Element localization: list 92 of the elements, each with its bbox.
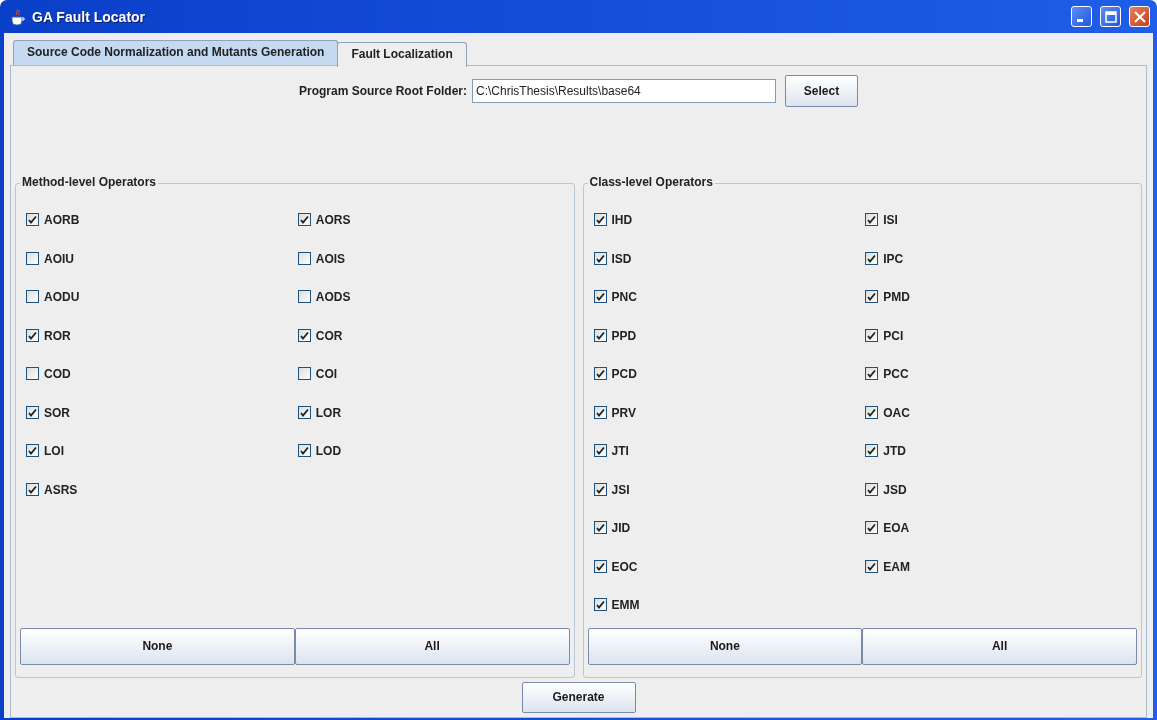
checkbox[interactable]	[26, 328, 39, 342]
checkbox[interactable]	[297, 251, 311, 265]
checkbox-label: AODU	[44, 290, 80, 304]
checkbox[interactable]	[593, 444, 607, 457]
checkbox[interactable]	[865, 405, 879, 419]
checkbox-label: OAC	[883, 405, 910, 420]
all-button[interactable]: All	[862, 627, 1137, 665]
checkbox[interactable]	[593, 521, 607, 534]
checkbox-label: EOA	[883, 521, 910, 535]
checkbox-label: JSI	[611, 482, 630, 497]
none-button[interactable]: None	[20, 627, 295, 665]
close-button[interactable]	[1129, 6, 1150, 27]
checkbox-label: LOI	[44, 444, 64, 458]
coffee-cup-icon	[10, 7, 26, 26]
group-title: Method-level Operators	[20, 175, 159, 189]
checkbox-label: EAM	[883, 559, 910, 574]
checkbox[interactable]	[297, 367, 311, 380]
checkbox[interactable]	[297, 405, 311, 419]
checkbox[interactable]	[865, 559, 879, 573]
checkbox-label: JTI	[611, 444, 629, 458]
checkbox-label: EOC	[611, 559, 638, 574]
checkbox[interactable]	[26, 290, 39, 303]
checkbox-label: AORB	[44, 213, 80, 227]
checkbox[interactable]	[593, 290, 607, 303]
checkbox-label: PMD	[883, 290, 910, 304]
checkbox[interactable]	[297, 290, 311, 303]
checkbox-label: AORS	[315, 213, 351, 227]
group-title: Class-level Operators	[587, 175, 715, 189]
checkbox-label: PCC	[883, 367, 909, 381]
checkbox-label: ISD	[611, 251, 632, 266]
checkbox[interactable]	[865, 521, 879, 534]
maximize-icon	[1104, 10, 1117, 23]
checkbox-label: PCD	[611, 367, 637, 381]
folder-input[interactable]: C:\ChrisThesis\Results\base64	[472, 79, 776, 103]
checkbox-label: COD	[44, 367, 71, 381]
checkbox[interactable]	[865, 444, 879, 457]
tab[interactable]: Fault Localization	[337, 42, 467, 67]
checkbox[interactable]	[593, 598, 607, 611]
checkbox[interactable]	[26, 367, 39, 380]
checkbox[interactable]	[26, 251, 39, 265]
checkbox[interactable]	[865, 290, 879, 303]
tab[interactable]: Source Code Normalization and Mutants Generation	[13, 40, 339, 65]
checkbox[interactable]	[593, 251, 607, 265]
checkbox-label: COI	[315, 367, 338, 381]
maximize-button[interactable]	[1100, 6, 1121, 27]
checkbox-label: JTD	[883, 444, 906, 458]
checkbox[interactable]	[26, 444, 39, 457]
checkbox[interactable]	[593, 367, 607, 380]
checkbox-label: SOR	[44, 405, 70, 420]
checkbox-label: IHD	[611, 213, 633, 227]
checkbox[interactable]	[297, 444, 311, 457]
checkbox-label: ASRS	[44, 482, 78, 497]
checkbox[interactable]	[593, 482, 607, 496]
checkbox[interactable]	[865, 251, 879, 265]
close-icon	[1133, 10, 1146, 23]
window-title: GA Fault Locator	[32, 8, 147, 25]
checkbox[interactable]	[297, 328, 311, 342]
checkbox-label: PPD	[611, 328, 637, 343]
checkbox[interactable]	[297, 213, 311, 226]
checkbox-label: PNC	[611, 290, 637, 304]
checkbox[interactable]	[865, 328, 879, 342]
minimize-button[interactable]	[1071, 6, 1092, 27]
checkbox-label: IPC	[883, 251, 904, 266]
checkbox-label: COR	[315, 328, 343, 343]
checkbox-label: ISI	[883, 213, 898, 227]
checkbox-label: ROR	[44, 328, 71, 343]
checkbox[interactable]	[865, 213, 879, 226]
checkbox[interactable]	[865, 482, 879, 496]
select-button[interactable]: Select	[785, 75, 858, 107]
checkbox-label: JID	[611, 521, 631, 535]
checkbox-label: LOR	[315, 405, 342, 420]
checkbox[interactable]	[26, 482, 39, 496]
all-button[interactable]: All	[294, 627, 570, 665]
checkbox-label: AODS	[315, 290, 351, 304]
checkbox-label: PRV	[611, 405, 636, 420]
checkbox-label: AOIU	[44, 251, 74, 266]
checkbox[interactable]	[26, 405, 39, 419]
checkbox[interactable]	[593, 328, 607, 342]
checkbox[interactable]	[26, 213, 39, 226]
checkbox[interactable]	[593, 213, 607, 226]
generate-button[interactable]: Generate	[521, 681, 636, 713]
none-button[interactable]: None	[587, 627, 863, 665]
checkbox[interactable]	[593, 559, 607, 573]
folder-label: Program Source Root Folder:	[299, 84, 467, 98]
checkbox[interactable]	[865, 367, 879, 380]
checkbox-label: EMM	[611, 598, 640, 612]
checkbox-label: JSD	[883, 482, 907, 497]
checkbox-label: PCI	[883, 328, 904, 343]
checkbox-label: LOD	[315, 444, 342, 458]
checkbox-label: AOIS	[315, 251, 346, 266]
checkbox[interactable]	[593, 405, 607, 419]
minimize-icon	[1076, 19, 1083, 22]
